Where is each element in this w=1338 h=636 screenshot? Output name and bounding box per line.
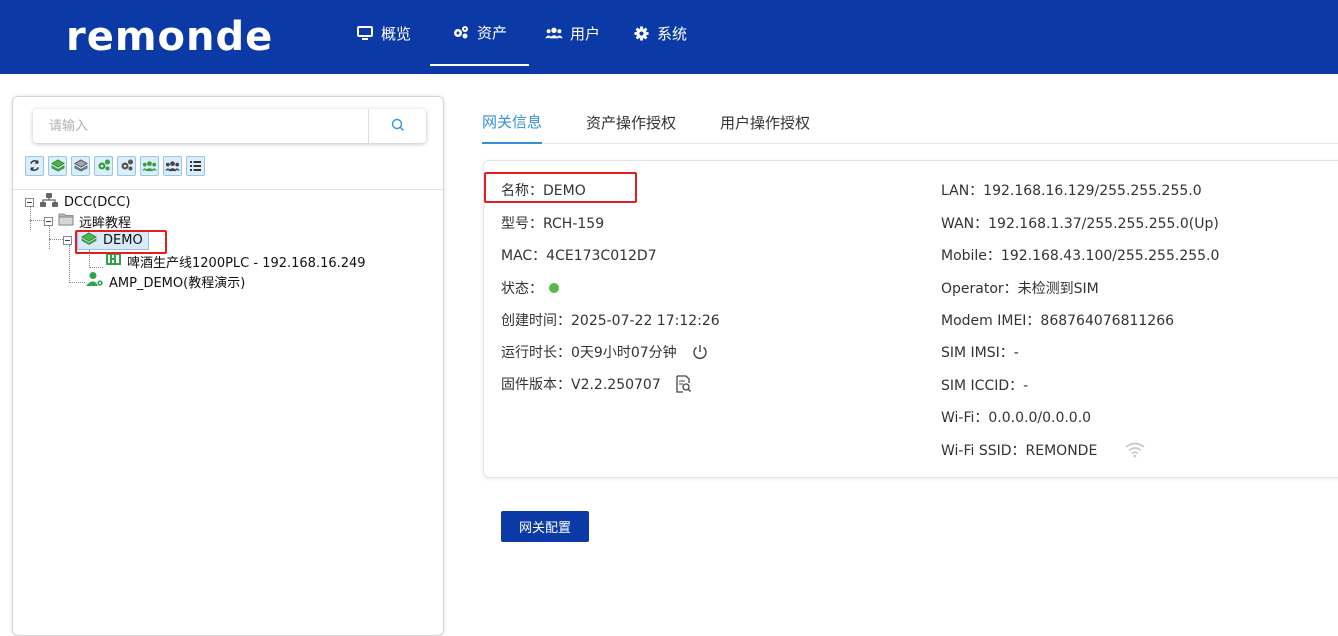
gateway-info-card: 名称：DEMO 型号：RCH-159 MAC：4CE173C012D7 状态： …	[483, 160, 1338, 478]
nav-overview-label: 概览	[381, 24, 412, 43]
search-input[interactable]	[33, 109, 368, 143]
gateway-sim-imsi: SIM IMSI：-	[941, 345, 1019, 361]
gateway-wifi: Wi-Fi：0.0.0.0/0.0.0.0	[941, 410, 1092, 426]
selection-highlight	[75, 230, 167, 254]
tree-node-label: DCC(DCC)	[64, 194, 131, 210]
tab-user-permissions[interactable]: 用户操作授权	[720, 100, 810, 144]
nav-system[interactable]: 系统	[616, 0, 703, 66]
tree-node-user[interactable]: AMP_DEMO(教程演示)	[86, 271, 245, 291]
gateway-uptime: 运行时长：0天9小时07分钟	[501, 342, 709, 362]
gateway-status: 状态：	[501, 278, 559, 298]
monitor-icon	[356, 24, 374, 42]
user-settings-icon	[86, 271, 104, 291]
gateway-mobile: Mobile：192.168.43.100/255.255.255.0	[941, 248, 1220, 264]
name-highlight	[484, 172, 637, 203]
top-header: remonde 概览 资产 用户 系统	[0, 0, 1338, 74]
status-online-dot	[549, 283, 559, 293]
tree-toolbar	[25, 156, 205, 176]
search-button[interactable]	[368, 109, 426, 143]
nav-overview[interactable]: 概览	[340, 0, 430, 66]
tree-node-device[interactable]: 啤酒生产线1200PLC - 192.168.16.249	[105, 251, 366, 271]
folder-icon	[58, 212, 74, 230]
toolbar-divider	[13, 189, 443, 190]
gateway-sim-iccid: SIM ICCID：-	[941, 378, 1029, 394]
tree-search	[33, 109, 426, 143]
gears-icon	[452, 23, 470, 41]
gateway-modem-imei: Modem IMEI：868764076811266	[941, 313, 1175, 329]
wifi-ssid-text: Wi-Fi SSID：REMONDE	[941, 443, 1098, 459]
gateway-config-button[interactable]: 网关配置	[501, 511, 589, 542]
tree-node-root[interactable]: DCC(DCC)	[25, 192, 130, 212]
expand-all-button[interactable]	[48, 156, 67, 176]
refresh-button[interactable]	[25, 156, 44, 176]
gateway-wifi-ssid: Wi-Fi SSID：REMONDE	[941, 440, 1145, 460]
tree-node-label: 远眸教程	[79, 215, 132, 231]
gateway-operator: Operator：未检测到SIM	[941, 281, 1099, 297]
device-settings-button[interactable]	[117, 156, 136, 176]
users-icon	[165, 157, 180, 176]
users-icon	[545, 24, 564, 42]
gateway-settings-button[interactable]	[94, 156, 113, 176]
gateway-lan: LAN：192.168.16.129/255.255.255.0	[941, 183, 1202, 199]
power-icon[interactable]	[691, 343, 709, 361]
tab-gateway-info[interactable]: 网关信息	[482, 100, 543, 144]
wifi-icon	[1125, 442, 1145, 458]
nav-assets[interactable]: 资产	[430, 0, 530, 66]
network-icon	[39, 192, 59, 212]
list-icon	[189, 157, 202, 176]
gear-icon	[632, 24, 650, 42]
collapse-all-button[interactable]	[71, 156, 90, 176]
plc-icon	[105, 252, 122, 270]
list-view-button[interactable]	[186, 156, 205, 176]
gateway-model: 型号：RCH-159	[501, 216, 605, 232]
collapse-toggle-icon[interactable]	[63, 235, 72, 245]
firmware-search-icon[interactable]	[675, 375, 692, 393]
firmware-text: 固件版本：V2.2.250707	[501, 377, 661, 393]
gateway-firmware: 固件版本：V2.2.250707	[501, 374, 692, 394]
nav-assets-label: 资产	[477, 23, 508, 42]
nav-users-label: 用户	[570, 24, 601, 43]
asset-tree: DCC(DCC) 远眸教程 DEMO 啤酒生产线1200PLC - 192.16…	[13, 192, 443, 632]
gateway-wan: WAN：192.168.1.37/255.255.255.0(Up)	[941, 216, 1219, 232]
collapse-toggle-icon[interactable]	[44, 216, 53, 226]
detail-tabs: 网关信息 资产操作授权 用户操作授权	[482, 100, 1338, 144]
brand-logo[interactable]: remonde	[66, 14, 273, 60]
user-group-icon	[142, 157, 157, 176]
search-icon	[391, 117, 405, 136]
asset-tree-panel: DCC(DCC) 远眸教程 DEMO 啤酒生产线1200PLC - 192.16…	[12, 96, 444, 636]
status-label: 状态：	[501, 281, 543, 297]
gateway-mac: MAC：4CE173C012D7	[501, 248, 657, 264]
refresh-icon	[28, 157, 41, 176]
tree-node-label: 啤酒生产线1200PLC - 192.168.16.249	[127, 255, 366, 271]
tree-node-folder[interactable]: 远眸教程	[44, 211, 131, 231]
collapse-layers-icon	[73, 157, 88, 176]
gateway-created: 创建时间：2025-07-22 17:12:26	[501, 313, 720, 329]
collapse-toggle-icon[interactable]	[25, 197, 34, 207]
nav-system-label: 系统	[657, 24, 688, 43]
tab-asset-permissions[interactable]: 资产操作授权	[586, 100, 676, 144]
user-group-button[interactable]	[140, 156, 159, 176]
expand-layers-icon	[50, 157, 65, 176]
tree-node-label: AMP_DEMO(教程演示)	[109, 275, 246, 291]
device-gear-icon	[120, 157, 134, 176]
main-nav: 概览 资产 用户 系统	[340, 0, 703, 74]
nav-users[interactable]: 用户	[529, 0, 616, 66]
gateway-gear-icon	[97, 157, 111, 176]
uptime-text: 运行时长：0天9小时07分钟	[501, 345, 677, 361]
users-button[interactable]	[163, 156, 182, 176]
